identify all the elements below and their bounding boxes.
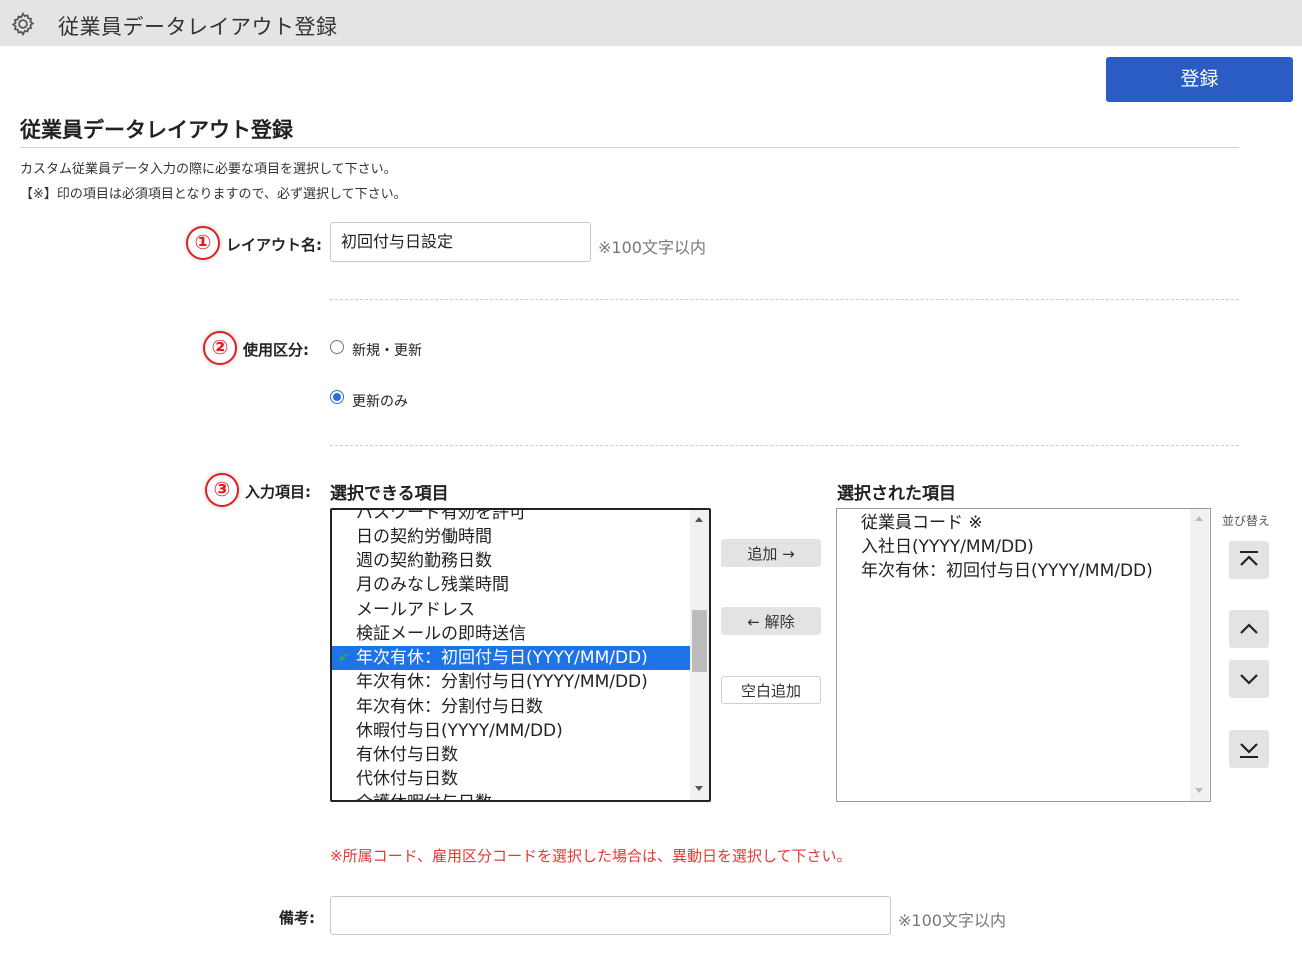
list-item[interactable]: 従業員コード ※ [837,511,1189,535]
scroll-down-icon[interactable] [695,786,703,791]
add-button[interactable]: 追加 → [721,539,821,567]
move-bottom-icon [1240,743,1258,758]
move-bottom-button[interactable] [1229,730,1269,768]
remarks-label: 備考: [279,909,315,927]
gear-icon[interactable] [10,11,36,37]
radio-new-update-label: 新規・更新 [352,343,422,359]
list-item[interactable]: 年次有休：分割付与日数 [332,695,690,719]
available-list-scrollbar[interactable] [690,510,709,800]
register-button[interactable]: 登録 [1106,57,1293,102]
list-item[interactable]: 月のみなし残業時間 [332,573,690,597]
step-badge-1: ① [186,226,220,260]
scroll-up-icon[interactable] [1195,516,1203,521]
add-blank-button[interactable]: 空白追加 [721,676,821,704]
list-item[interactable]: 検証メールの即時送信 [332,622,690,646]
selected-items-list[interactable]: 従業員コード ※ 入社日(YYYY/MM/DD) 年次有休：初回付与日(YYYY… [836,508,1211,802]
usage-label: 使用区分: [243,341,309,359]
remarks-hint: ※100文字以内 [898,911,1006,930]
available-items-list[interactable]: パスワード有効を許可 日の契約労働時間 週の契約勤務日数 月のみなし残業時間 メ… [330,508,711,802]
list-item[interactable]: 有休付与日数 [332,743,690,767]
remarks-input[interactable] [330,896,891,935]
layout-name-hint: ※100文字以内 [598,238,706,257]
list-item-label: 年次有休：初回付与日(YYYY/MM/DD) [356,648,648,668]
description-line-2: 【※】印の項目は必須項目となりますので、必ず選択して下さい。 [20,187,407,202]
list-item[interactable]: 代休付与日数 [332,767,690,791]
list-item[interactable]: 休暇付与日(YYYY/MM/DD) [332,719,690,743]
layout-name-label: レイアウト名: [226,236,322,254]
scroll-down-icon[interactable] [1195,788,1203,793]
remove-button[interactable]: ← 解除 [721,607,821,635]
scroll-thumb[interactable] [692,610,707,672]
available-items-header: 選択できる項目 [330,484,449,504]
list-item-selected[interactable]: ✔ 年次有休：初回付与日(YYYY/MM/DD) [332,646,690,670]
list-item[interactable]: 介護休暇付与日数 [332,791,690,800]
step-badge-3: ③ [205,473,239,507]
selected-list-scrollbar[interactable] [1190,509,1209,801]
layout-name-input[interactable]: 初回付与日設定 [330,222,591,262]
move-up-button[interactable] [1229,610,1269,648]
chevron-down-icon [1240,674,1258,685]
move-top-button[interactable] [1229,541,1269,579]
title-divider [20,147,1239,148]
move-down-button[interactable] [1229,660,1269,698]
radio-new-update[interactable] [330,340,344,354]
description-line-1: カスタム従業員データ入力の際に必要な項目を選択して下さい。 [20,162,397,177]
list-item[interactable]: 年次有休：初回付与日(YYYY/MM/DD) [837,559,1189,583]
section-divider [330,445,1239,446]
check-icon: ✔ [338,650,350,666]
list-item[interactable]: 週の契約勤務日数 [332,549,690,573]
sort-label: 並び替え [1222,514,1271,528]
page-title: 従業員データレイアウト登録 [20,118,293,142]
scroll-up-icon[interactable] [695,517,703,522]
list-item[interactable]: メールアドレス [332,598,690,622]
topbar-title: 従業員データレイアウト登録 [58,15,338,39]
radio-update-only-label: 更新のみ [352,394,408,410]
section-divider [330,299,1239,300]
warning-text: ※所属コード、雇用区分コードを選択した場合は、異動日を選択して下さい。 [330,847,852,865]
list-item[interactable]: 入社日(YYYY/MM/DD) [837,535,1189,559]
list-item[interactable]: パスワード有効を許可 [332,510,690,525]
selected-items-header: 選択された項目 [837,484,956,504]
radio-update-only[interactable] [330,390,344,404]
chevron-up-icon [1240,623,1258,634]
list-item[interactable]: 年次有休：分割付与日(YYYY/MM/DD) [332,670,690,694]
top-bar: 従業員データレイアウト登録 [0,0,1302,46]
list-item[interactable]: 日の契約労働時間 [332,525,690,549]
input-items-label: 入力項目: [245,483,311,501]
move-top-icon [1240,551,1258,566]
step-badge-2: ② [203,331,237,365]
